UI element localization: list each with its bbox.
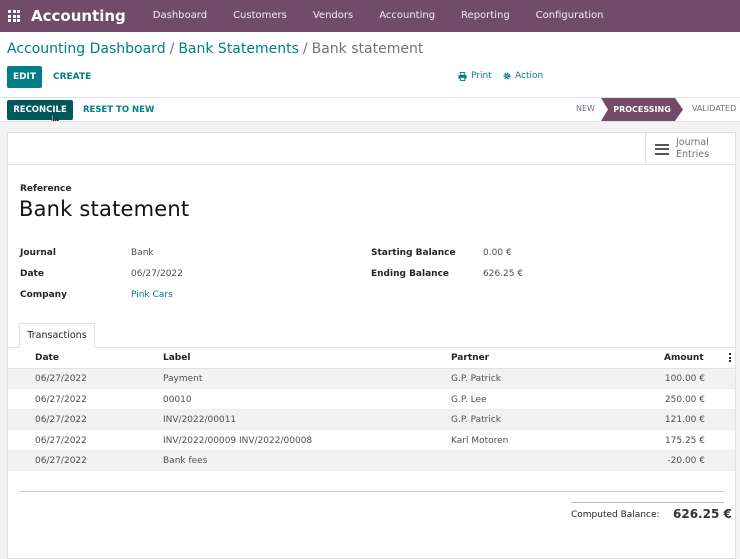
journal-label: Journal bbox=[20, 248, 56, 258]
cell-label: Payment bbox=[163, 374, 203, 384]
print-button[interactable]: Print bbox=[458, 71, 492, 81]
breadcrumb-current: Bank statement bbox=[311, 41, 424, 57]
starting-balance-label: Starting Balance bbox=[371, 248, 456, 258]
breadcrumb: Accounting Dashboard / Bank Statements / Ban… bbox=[7, 41, 423, 57]
journal-entries-line2: Entries bbox=[676, 149, 710, 160]
print-label: Print bbox=[471, 71, 492, 81]
cell-amount: 100.00 € bbox=[664, 374, 705, 384]
print-icon bbox=[458, 71, 467, 81]
table-row[interactable]: 06/27/2022 INV/2022/00009 INV/2022/00008… bbox=[8, 431, 735, 451]
balance-divider bbox=[571, 502, 724, 503]
cell-partner: Karl Motoren bbox=[451, 436, 509, 446]
cell-partner: G.P. Patrick bbox=[451, 374, 502, 384]
nav-customers[interactable]: Customers bbox=[220, 0, 300, 32]
apps-grid-icon[interactable] bbox=[8, 10, 20, 22]
breadcrumb-bank-statements[interactable]: Bank Statements bbox=[178, 41, 299, 57]
edit-button[interactable]: EDIT bbox=[7, 66, 42, 88]
cell-amount: 175.25 € bbox=[664, 436, 705, 446]
cell-date: 06/27/2022 bbox=[35, 456, 87, 466]
app-brand[interactable]: Accounting bbox=[31, 7, 126, 25]
company-label: Company bbox=[20, 290, 67, 300]
date-label: Date bbox=[20, 269, 44, 279]
column-header-partner[interactable]: Partner bbox=[451, 353, 489, 363]
journal-entries-button[interactable]: Journal Entries bbox=[645, 133, 735, 165]
column-header-label[interactable]: Label bbox=[163, 353, 190, 363]
tab-divider bbox=[8, 347, 735, 348]
stage-processing-label: PROCESSING bbox=[613, 105, 671, 114]
cell-date: 06/27/2022 bbox=[35, 374, 87, 384]
page-title: Bank statement bbox=[19, 197, 190, 221]
table-row[interactable]: 06/27/2022 INV/2022/00011 G.P. Patrick 1… bbox=[8, 410, 735, 430]
table-footer-divider bbox=[19, 491, 724, 492]
cell-partner: G.P. Lee bbox=[451, 395, 487, 405]
cell-label: INV/2022/00009 INV/2022/00008 bbox=[163, 436, 313, 446]
breadcrumb-dashboard[interactable]: Accounting Dashboard bbox=[7, 41, 166, 57]
nav-accounting[interactable]: Accounting bbox=[366, 0, 448, 32]
cell-label: Bank fees bbox=[163, 456, 208, 466]
cell-date: 06/27/2022 bbox=[35, 415, 87, 425]
action-button[interactable]: Action bbox=[503, 71, 543, 81]
gear-icon bbox=[503, 72, 511, 80]
top-navbar: Accounting Dashboard Customers Vendors A… bbox=[0, 0, 740, 32]
create-button[interactable]: CREATE bbox=[53, 66, 91, 88]
breadcrumb-separator: / bbox=[302, 41, 308, 57]
optional-columns-icon[interactable] bbox=[729, 353, 732, 364]
cell-date: 06/27/2022 bbox=[35, 395, 87, 405]
breadcrumb-separator: / bbox=[169, 41, 175, 57]
stage-validated[interactable]: VALIDATED bbox=[692, 104, 736, 113]
action-label: Action bbox=[515, 71, 544, 81]
journal-value: Bank bbox=[131, 248, 154, 258]
table-row[interactable]: 06/27/2022 Bank fees -20.00 € bbox=[8, 451, 735, 471]
table-row[interactable]: 06/27/2022 Payment G.P. Patrick 100.00 € bbox=[8, 369, 735, 389]
date-value: 06/27/2022 bbox=[131, 269, 183, 279]
computed-balance-label: Computed Balance: bbox=[571, 510, 660, 520]
starting-balance-value: 0.00 € bbox=[483, 248, 512, 258]
cell-amount: 250.00 € bbox=[664, 395, 705, 405]
tab-transactions[interactable]: Transactions bbox=[19, 323, 95, 348]
reconcile-button[interactable]: RECONCILE bbox=[7, 100, 73, 120]
cell-label: 00010 bbox=[163, 395, 192, 405]
nav-reporting[interactable]: Reporting bbox=[448, 0, 523, 32]
list-icon bbox=[655, 141, 669, 157]
ending-balance-value: 626.25 € bbox=[483, 269, 524, 279]
table-row[interactable]: 06/27/2022 00010 G.P. Lee 250.00 € bbox=[8, 390, 735, 410]
ending-balance-label: Ending Balance bbox=[371, 269, 450, 279]
column-header-amount[interactable]: Amount bbox=[664, 353, 704, 363]
journal-entries-label: Journal Entries bbox=[676, 137, 709, 161]
nav-vendors[interactable]: Vendors bbox=[300, 0, 366, 32]
cell-date: 06/27/2022 bbox=[35, 436, 87, 446]
stage-new[interactable]: NEW bbox=[576, 104, 595, 113]
computed-balance-value: 626.25 € bbox=[673, 507, 732, 521]
cell-label: INV/2022/00011 bbox=[163, 415, 237, 425]
company-link[interactable]: Pink Cars bbox=[131, 290, 173, 300]
cell-amount: -20.00 € bbox=[667, 456, 705, 466]
cell-amount: 121.00 € bbox=[664, 415, 705, 425]
cell-partner: G.P. Patrick bbox=[451, 415, 502, 425]
button-box-divider bbox=[8, 164, 735, 165]
stage-processing[interactable]: PROCESSING bbox=[601, 98, 683, 121]
reference-label: Reference bbox=[20, 184, 72, 194]
nav-dashboard[interactable]: Dashboard bbox=[140, 0, 220, 32]
nav-configuration[interactable]: Configuration bbox=[523, 0, 617, 32]
reset-to-new-button[interactable]: RESET TO NEW bbox=[83, 100, 154, 120]
journal-entries-line1: Journal bbox=[676, 137, 709, 148]
column-header-date[interactable]: Date bbox=[35, 353, 59, 363]
